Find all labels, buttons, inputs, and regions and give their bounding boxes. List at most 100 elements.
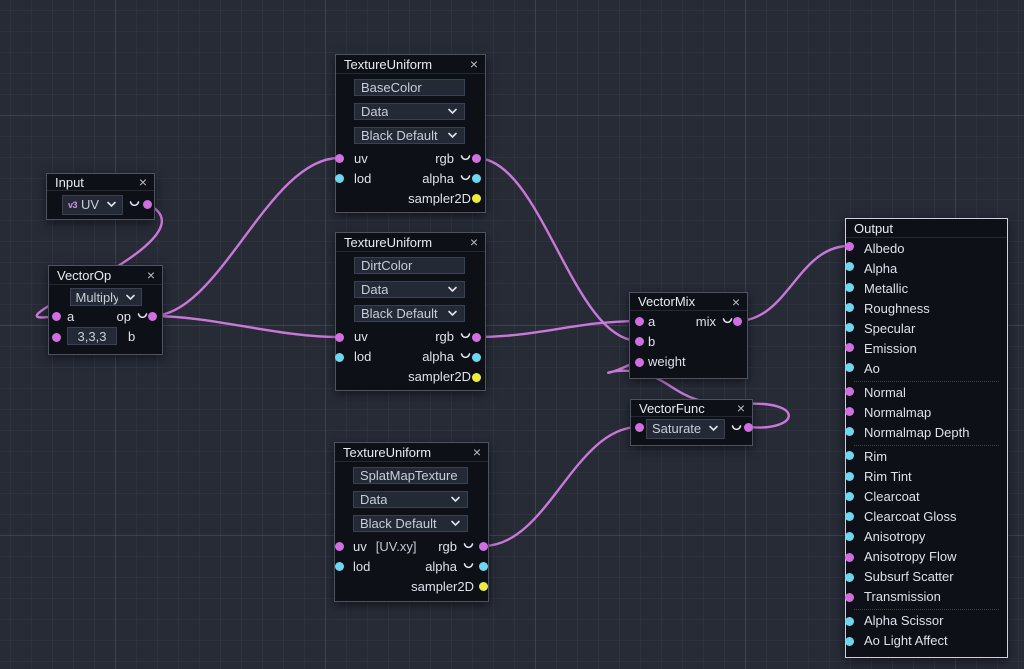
port-output-rim-tint[interactable] xyxy=(845,472,854,481)
input-dropdown[interactable]: v3UV xyxy=(62,195,123,215)
port-output-rim[interactable] xyxy=(845,451,854,460)
port-vectorfunc-in[interactable] xyxy=(635,423,644,432)
texu1-dropdown[interactable]: Data xyxy=(354,103,465,120)
port-output-anisotropy[interactable] xyxy=(845,532,854,541)
texu3-name-field[interactable]: SplatMapTexture xyxy=(353,467,468,484)
port-input-out[interactable] xyxy=(143,200,152,209)
port-output-normalmap[interactable] xyxy=(845,407,854,416)
node-vectorfunc[interactable]: VectorFunc× Saturate xyxy=(630,399,753,446)
port-output-clearcoat-gloss[interactable] xyxy=(845,512,854,521)
port-expand-icon[interactable] xyxy=(731,424,742,433)
close-icon[interactable]: × xyxy=(139,177,147,187)
port-output-albedo[interactable] xyxy=(845,242,854,251)
node-input[interactable]: Input × v3UV xyxy=(46,173,155,220)
vectorop-value-field[interactable]: 3,3,3 xyxy=(67,327,117,345)
port-output-transmission[interactable] xyxy=(845,593,854,602)
close-icon[interactable]: × xyxy=(737,403,745,413)
port-vectorfunc-out[interactable] xyxy=(744,423,753,432)
node-texu3-titlebar[interactable]: TextureUniform× xyxy=(335,443,488,462)
port-output-normal[interactable] xyxy=(845,387,854,396)
port-texu2-rgb[interactable] xyxy=(472,333,481,342)
close-icon[interactable]: × xyxy=(470,59,478,69)
port-expand-icon[interactable] xyxy=(463,562,474,571)
port-output-roughness[interactable] xyxy=(845,303,854,312)
port-expand-icon[interactable] xyxy=(722,317,733,326)
port-texu3-uv[interactable] xyxy=(335,542,344,551)
port-vectorop-op-out[interactable] xyxy=(148,312,157,321)
node-input-titlebar[interactable]: Input × xyxy=(47,174,154,191)
close-icon[interactable]: × xyxy=(732,297,740,307)
port-texu1-alpha[interactable] xyxy=(472,174,481,183)
port-vectorop-a[interactable] xyxy=(52,312,61,321)
port-expand-icon[interactable] xyxy=(460,154,471,163)
port-vectorop-b[interactable] xyxy=(52,333,61,342)
close-icon[interactable]: × xyxy=(470,237,478,247)
texu3-dropdown[interactable]: Data xyxy=(353,491,468,508)
port-label: lod xyxy=(354,349,371,364)
port-output-normalmap-depth[interactable] xyxy=(845,427,854,436)
port-expand-icon[interactable] xyxy=(137,312,148,321)
port-texu2-lod[interactable] xyxy=(335,353,344,362)
port-label: alpha xyxy=(422,349,454,364)
port-expand-icon[interactable] xyxy=(460,174,471,183)
port-expand-icon[interactable] xyxy=(460,332,471,341)
port-texu3-lod[interactable] xyxy=(335,562,344,571)
port-texu2-alpha[interactable] xyxy=(472,353,481,362)
texu2-dropdown[interactable]: Data xyxy=(354,281,465,298)
node-output-titlebar[interactable]: Output xyxy=(846,219,1007,238)
port-texu2-uv[interactable] xyxy=(335,333,344,342)
graph-canvas[interactable]: Input×v3UVVectorOp×Multiplyaop3,3,3bText… xyxy=(0,0,1024,669)
close-icon[interactable]: × xyxy=(147,270,155,280)
node-vectormix[interactable]: VectorMix×amixbweight xyxy=(629,292,748,379)
node-texu1-titlebar[interactable]: TextureUniform× xyxy=(336,55,485,74)
dropdown-value: Black Default xyxy=(360,516,437,531)
node-vectorfunc-titlebar[interactable]: VectorFunc× xyxy=(631,400,752,417)
port-texu3-rgb[interactable] xyxy=(479,542,488,551)
texu3-dropdown[interactable]: Black Default xyxy=(353,515,468,532)
port-expand-icon[interactable] xyxy=(460,352,471,361)
texu1-dropdown[interactable]: Black Default xyxy=(354,127,465,144)
wire-texu1-rgb-to-vectormix-b xyxy=(476,158,639,341)
texu1-name-field[interactable]: BaseColor xyxy=(354,79,465,96)
texu2-dropdown[interactable]: Black Default xyxy=(354,305,465,322)
vectorfunc-dropdown[interactable]: Saturate xyxy=(646,419,725,439)
port-texu3-alpha[interactable] xyxy=(479,562,488,571)
node-texu1[interactable]: TextureUniform× BaseColor Data Black Defaul… xyxy=(335,54,486,213)
port-output-subsurf-scatter[interactable] xyxy=(845,573,854,582)
port-texu1-uv[interactable] xyxy=(335,154,344,163)
port-output-clearcoat[interactable] xyxy=(845,492,854,501)
port-texu1-sampler2d[interactable] xyxy=(472,194,481,203)
node-title: Input xyxy=(55,175,84,190)
port-output-alpha-scissor[interactable] xyxy=(845,617,854,626)
port-output-emission[interactable] xyxy=(845,343,854,352)
close-icon[interactable]: × xyxy=(473,447,481,457)
port-vectormix-weight[interactable] xyxy=(635,358,644,367)
port-output-metallic[interactable] xyxy=(845,283,854,292)
port-vectormix-out[interactable] xyxy=(733,317,742,326)
node-output[interactable]: OutputAlbedoAlphaMetallicRoughnessSpecul… xyxy=(845,218,1008,658)
port-output-ao[interactable] xyxy=(845,363,854,372)
node-vectormix-titlebar[interactable]: VectorMix× xyxy=(630,293,747,311)
port-output-alpha[interactable] xyxy=(845,262,854,271)
port-vectormix-b[interactable] xyxy=(635,337,644,346)
port-texu1-lod[interactable] xyxy=(335,174,344,183)
port-expand-icon[interactable] xyxy=(129,200,140,209)
node-texu2-titlebar[interactable]: TextureUniform× xyxy=(336,233,485,252)
node-texu3[interactable]: TextureUniform× SplatMapTexture Data Black … xyxy=(334,442,489,602)
texu2-name-field[interactable]: DirtColor xyxy=(354,257,465,274)
port-expand-icon[interactable] xyxy=(463,542,474,551)
node-vectorop-titlebar[interactable]: VectorOp× xyxy=(49,266,162,285)
node-body: SplatMapTextureDataBlack Defaultuv[UV.xy… xyxy=(335,462,488,596)
port-label: uv xyxy=(353,539,367,554)
vectorop-dropdown[interactable]: Multiply xyxy=(70,288,142,306)
node-vectorop[interactable]: VectorOp×Multiplyaop3,3,3b xyxy=(48,265,163,355)
port-texu3-sampler2d[interactable] xyxy=(479,582,488,591)
port-texu1-rgb[interactable] xyxy=(472,154,481,163)
port-vectormix-a[interactable] xyxy=(635,317,644,326)
node-texu2[interactable]: TextureUniform× DirtColor Data Black Defaul… xyxy=(335,232,486,391)
port-output-specular[interactable] xyxy=(845,323,854,332)
port-output-ao-light-affect[interactable] xyxy=(845,637,854,646)
port-texu2-sampler2d[interactable] xyxy=(472,373,481,382)
wire-texu2-rgb-to-vectormix-a xyxy=(476,321,639,337)
port-output-anisotropy-flow[interactable] xyxy=(845,553,854,562)
